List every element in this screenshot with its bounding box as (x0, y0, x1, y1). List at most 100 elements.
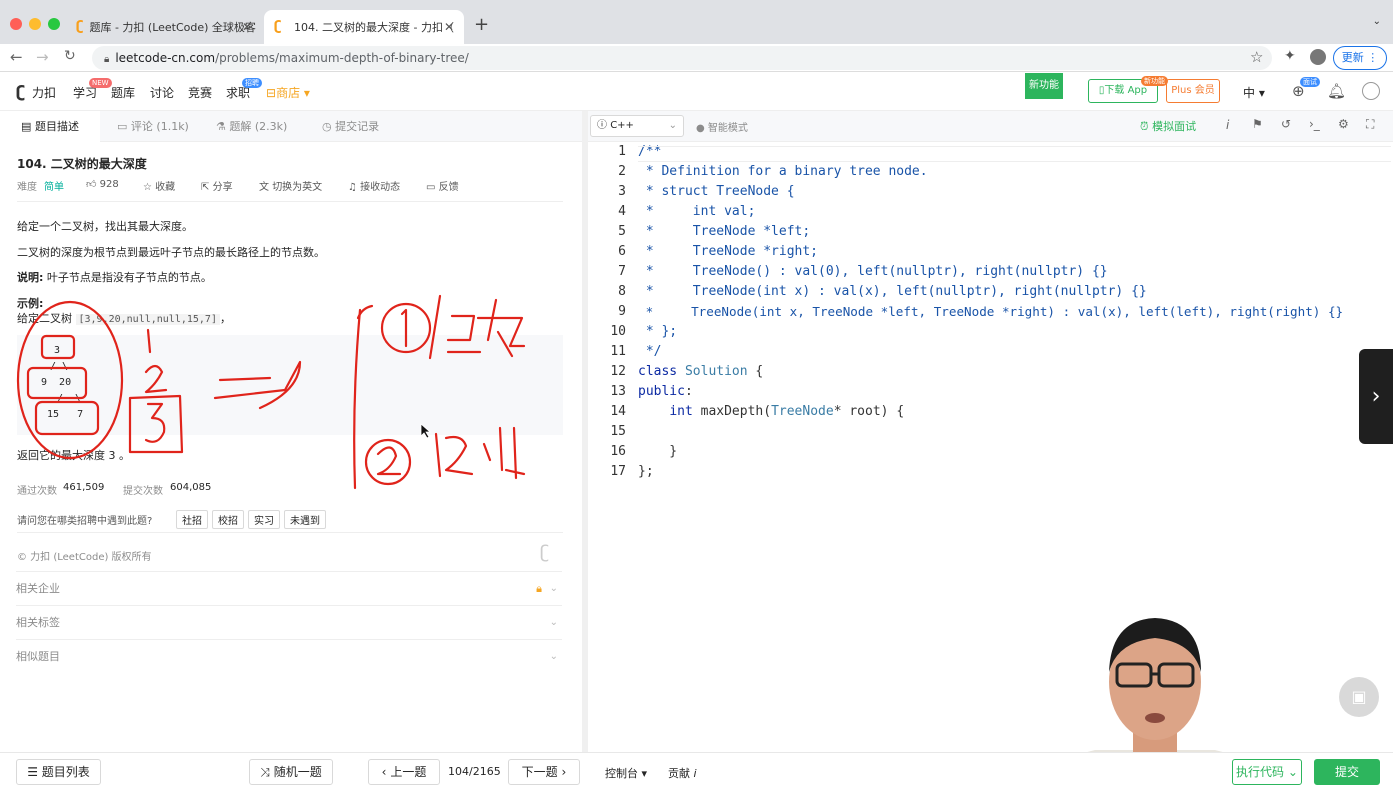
language-label: 中 (1243, 86, 1256, 100)
browser-tab-active[interactable]: ʗ 104. 二叉树的最大深度 - 力扣（ ✕ (264, 10, 464, 44)
notebook-icon[interactable]: ▣ (1339, 677, 1379, 717)
feedback-button[interactable]: ▭ 反馈 (426, 178, 459, 193)
bookmark-star-icon[interactable]: ☆ (1250, 48, 1263, 66)
divider (17, 201, 563, 202)
nav-discuss[interactable]: 讨论 (150, 84, 174, 101)
mock-interview-button[interactable]: ⏰︎ 模拟面试 (1140, 118, 1196, 134)
section-similar-problems[interactable]: 相似题目 ⌄ (16, 639, 562, 673)
translate-icon: 文 (259, 182, 269, 193)
tab-solutions[interactable]: ⚗ 题解 (2.3k) (216, 111, 287, 142)
switch-english-button[interactable]: 文 切换为英文 (259, 178, 322, 193)
chrome-update-button[interactable]: 更新 ⋮ (1333, 46, 1387, 70)
info-icon[interactable]: i (1226, 118, 1229, 132)
new-badge: NEW (89, 78, 112, 88)
prev-problem-button[interactable]: ‹ 上一题 (368, 759, 440, 785)
run-code-label: 执行代码 (1236, 765, 1285, 779)
section-related-companies[interactable]: 相关企业 🔒︎ ⌄ (16, 571, 562, 605)
forward-icon[interactable]: → (36, 48, 49, 66)
contribute-label: 贡献 (668, 767, 690, 780)
chevron-left-icon: ‹ (381, 765, 387, 779)
tab-search-icon[interactable]: ⌄ (1373, 16, 1381, 27)
console-toggle[interactable]: 控制台 ▾ (605, 765, 647, 781)
nav-problemset[interactable]: 题库 (111, 84, 135, 101)
tab-comments[interactable]: ▭ 评论 (1.1k) (117, 111, 189, 142)
extensions-icon[interactable]: ✦ (1284, 48, 1296, 64)
favorite-button[interactable]: ☆ 收藏 (143, 178, 175, 193)
flag-icon[interactable]: ⚑ (1252, 117, 1263, 131)
section-related-tags[interactable]: 相关标签 ⌄ (16, 605, 562, 639)
close-tab-icon[interactable]: ✕ (242, 20, 252, 34)
tag-campus[interactable]: 校招 (212, 510, 244, 529)
chevron-right-icon: › (561, 765, 567, 779)
url-field[interactable]: 🔒︎ leetcode-cn.com/problems/maximum-depth… (92, 46, 1272, 70)
run-code-button[interactable]: 执行代码 ⌄ (1232, 759, 1302, 785)
submit-button[interactable]: 提交 (1314, 759, 1380, 785)
settings-gear-icon[interactable]: ⚙ (1338, 117, 1349, 131)
subscribe-label: 接收动态 (360, 182, 401, 193)
language-switch[interactable]: 中 ▾ (1243, 84, 1265, 101)
lock-icon: 🔒︎ (104, 54, 110, 65)
new-feature-button[interactable]: 新功能 (1025, 73, 1063, 99)
subscribe-button[interactable]: ♫ 接收动态 (348, 178, 400, 193)
tag-not-met[interactable]: 未遇到 (284, 510, 326, 529)
code-line-8: * TreeNode(int x) : val(x), left(nullptr… (638, 284, 1147, 299)
store-icon: ⊟ (266, 86, 277, 100)
minimize-window-button[interactable] (29, 18, 41, 30)
share-button[interactable]: ⇱ 分享 (201, 178, 233, 193)
like-button[interactable]: 👍︎ 928 (86, 178, 119, 190)
random-problem-button[interactable]: ⤨ 随机一题 (249, 759, 333, 785)
back-icon[interactable]: ← (10, 48, 23, 66)
plus-member-button[interactable]: Plus 会员 (1166, 79, 1220, 103)
code-line-17: }; (638, 464, 654, 479)
close-tab-icon[interactable]: ✕ (444, 20, 454, 34)
tag-social[interactable]: 社招 (176, 510, 208, 529)
interview-tags: 社招 校招 实习 未遇到 (176, 510, 330, 529)
line-number: 17 (610, 464, 626, 479)
browser-tab-problemset[interactable]: ʗ 题库 - 力扣 (LeetCode) 全球极客 ✕ (66, 10, 262, 44)
code-line-16: } (638, 444, 678, 459)
tab-title: 题库 - 力扣 (LeetCode) 全球极客 (89, 21, 256, 34)
description-icon: ▤ (21, 120, 32, 133)
line-number: 3 (618, 184, 626, 199)
line-number: 14 (610, 404, 626, 419)
chevron-down-icon: ⌄ (549, 617, 558, 628)
code-line-6: * TreeNode *right; (638, 244, 819, 259)
maximize-window-button[interactable] (48, 18, 60, 30)
site-logo-text[interactable]: 力扣 (32, 84, 56, 101)
problem-tabs: ▤ 题目描述 ▭ 评论 (1.1k) ⚗ 题解 (2.3k) ◷ 提交记录 (0, 111, 582, 142)
bottom-bar: ☰ 题目列表 ⤨ 随机一题 ‹ 上一题 104/2165 下一题 › 控制台 ▾… (0, 752, 1393, 785)
code-line-5: * TreeNode *left; (638, 224, 811, 239)
new-tab-button[interactable]: + (474, 14, 489, 35)
terminal-icon[interactable]: ›_ (1309, 117, 1320, 131)
next-slide-arrow-icon[interactable]: › (1359, 349, 1393, 444)
smart-mode-toggle[interactable]: ● 智能模式 (696, 119, 748, 134)
switch-english-label: 切换为英文 (272, 182, 323, 193)
problem-list-button[interactable]: ☰ 题目列表 (16, 759, 101, 785)
difficulty-badge: 简单 (44, 182, 64, 193)
tab-submissions[interactable]: ◷ 提交记录 (322, 111, 379, 142)
mock-interview-label: 模拟面试 (1152, 120, 1197, 133)
profile-avatar[interactable] (1310, 49, 1326, 65)
download-app-label: 下载 App (1104, 85, 1148, 96)
reload-icon[interactable]: ↻ (64, 48, 76, 64)
tab-description[interactable]: ▤ 题目描述 (0, 111, 100, 142)
tag-intern[interactable]: 实习 (248, 510, 280, 529)
tab-submissions-label: 提交记录 (335, 120, 380, 133)
close-window-button[interactable] (10, 18, 22, 30)
divider (17, 532, 563, 533)
next-problem-button[interactable]: 下一题 › (508, 759, 580, 785)
notification-bell-icon[interactable]: 🔔︎ (1327, 82, 1346, 100)
language-select[interactable]: ⓘ C++ ⌄ (590, 115, 684, 137)
problem-list-label: 题目列表 (41, 765, 90, 779)
random-problem-label: 随机一题 (273, 765, 322, 779)
contribute-button[interactable]: 贡献 i (668, 765, 697, 781)
nav-store[interactable]: ⊟商店 ▾ (266, 84, 310, 101)
leetcode-logo-icon[interactable]: ʗ (16, 82, 25, 101)
line-number: 10 (610, 324, 626, 339)
tab-comments-label: 评论 (1.1k) (130, 120, 189, 133)
user-avatar[interactable] (1362, 82, 1380, 100)
nav-contest[interactable]: 竞赛 (188, 84, 212, 101)
fullscreen-icon[interactable]: ⛶ (1366, 117, 1374, 132)
section-label: 相似题目 (16, 650, 60, 663)
reset-icon[interactable]: ↺ (1281, 117, 1291, 131)
